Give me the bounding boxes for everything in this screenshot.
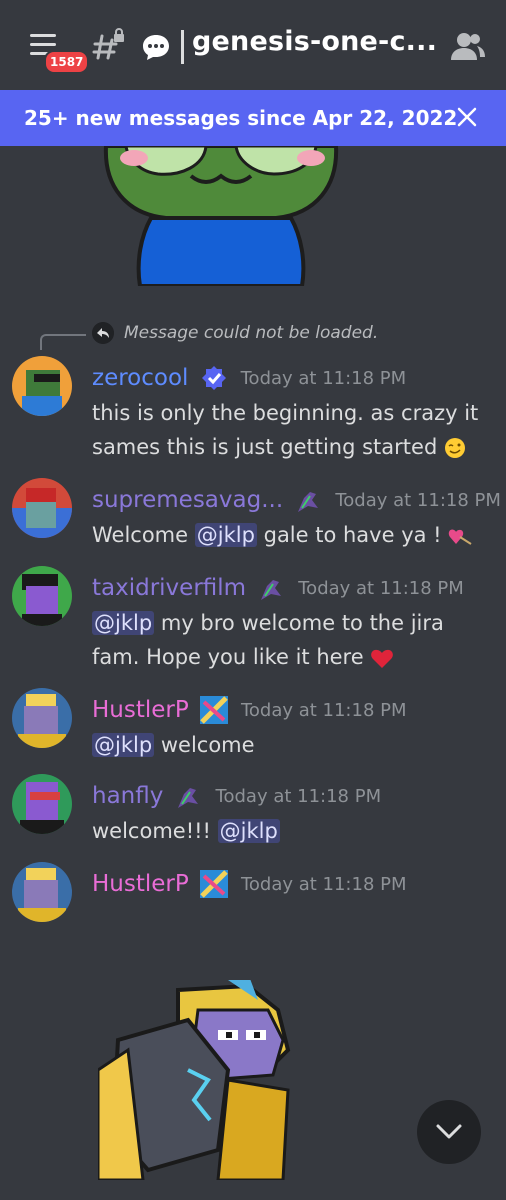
channel-title[interactable]: genesis-one-c... <box>192 26 437 57</box>
winking-face-emoji-icon <box>444 438 465 458</box>
thread-icon <box>143 35 169 60</box>
timestamp: Today at 11:18 PM <box>240 367 407 389</box>
chevron-down-icon <box>436 1124 462 1139</box>
username[interactable]: taxidriverfilm <box>92 575 246 601</box>
user-mention[interactable]: @jklp <box>92 611 155 635</box>
red-heart-emoji-icon <box>371 649 394 668</box>
role-icon <box>261 580 282 600</box>
reply-preview[interactable]: Message could not be loaded. <box>40 320 500 350</box>
timestamp: Today at 11:18 PM <box>335 489 501 511</box>
username[interactable]: zerocool <box>92 365 188 391</box>
avatar[interactable] <box>12 774 72 834</box>
heart-arrow-emoji-icon <box>449 529 472 545</box>
new-messages-banner[interactable]: 25+ new messages since Apr 22, 2022 <box>0 90 506 146</box>
message-text: @jklp my bro welcome to the jira fam. Ho… <box>92 606 492 674</box>
pixel-frog-sticker-image <box>98 980 291 1180</box>
user-mention[interactable]: @jklp <box>92 733 155 757</box>
avatar[interactable] <box>12 356 72 416</box>
role-icon <box>199 696 228 724</box>
message-content: welcome!!! <box>92 819 211 843</box>
message-content: Welcome <box>92 523 189 547</box>
verified-icon <box>201 366 226 390</box>
avatar[interactable] <box>12 862 72 922</box>
user-mention[interactable]: @jklp <box>194 523 257 547</box>
username[interactable]: HustlerP <box>92 697 189 723</box>
reply-icon <box>92 322 114 344</box>
message-text: Welcome @jklp gale to have ya ! <box>92 518 492 552</box>
header-divider <box>181 30 184 64</box>
message-content: this is only the beginning. as crazy it … <box>92 401 479 459</box>
notification-badge: 1587 <box>44 50 90 74</box>
timestamp: Today at 11:18 PM <box>298 577 464 599</box>
message-text: welcome!!! @jklp <box>92 814 492 848</box>
message-text: this is only the beginning. as crazy it … <box>92 396 492 464</box>
avatar[interactable] <box>12 688 72 748</box>
jump-to-bottom-button[interactable] <box>417 1100 481 1164</box>
message-text: @jklp welcome <box>92 728 492 762</box>
frog-sticker-image <box>103 146 339 286</box>
message-content: gale to have ya ! <box>263 523 442 547</box>
role-icon <box>178 788 199 808</box>
avatar[interactable] <box>12 478 72 538</box>
members-icon[interactable] <box>450 30 486 62</box>
username[interactable]: hanfly <box>92 783 163 809</box>
timestamp: Today at 11:18 PM <box>215 785 382 807</box>
message-content: welcome <box>160 733 255 757</box>
role-icon <box>199 870 228 898</box>
timestamp: Today at 11:18 PM <box>240 699 407 721</box>
reply-connector <box>40 334 86 350</box>
locked-thread-channel-icon <box>92 28 124 60</box>
close-icon[interactable] <box>456 106 478 128</box>
avatar[interactable] <box>12 566 72 626</box>
banner-text: 25+ new messages since Apr 22, 2022 <box>24 106 458 130</box>
username[interactable]: supremesavag... <box>92 487 283 513</box>
role-icon <box>298 492 319 512</box>
timestamp: Today at 11:18 PM <box>240 873 407 895</box>
reply-text: Message could not be loaded. <box>124 323 379 343</box>
username[interactable]: HustlerP <box>92 871 189 897</box>
channel-header: 1587 genesis-one-c... <box>0 0 506 90</box>
user-mention[interactable]: @jklp <box>217 819 280 843</box>
